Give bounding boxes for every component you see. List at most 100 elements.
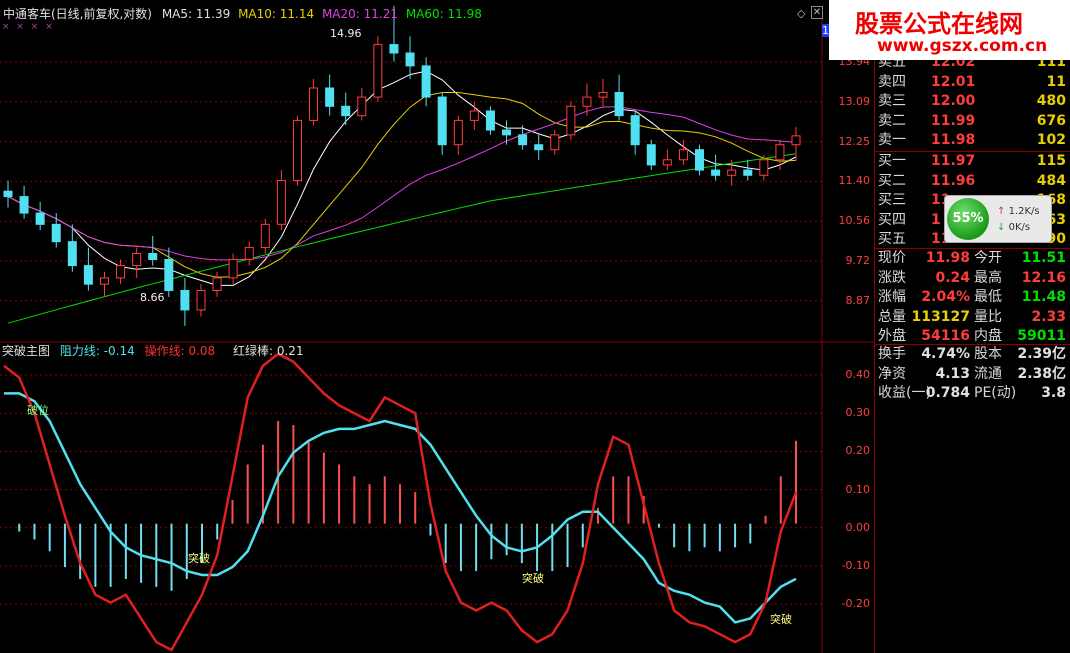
stat-value: 4.74%: [921, 346, 970, 362]
watermark-title: 股票公式在线网: [855, 10, 1023, 38]
order-level-label: 卖一: [878, 132, 906, 148]
stat-value: 59011: [1017, 328, 1066, 344]
stat-row: 涨跌 0.24 最高 12.16: [876, 269, 1070, 288]
indicator-tick-label: 0.10: [845, 482, 871, 496]
breakout-label: 突破: [770, 613, 792, 626]
indicator-header: 突破主图 阻力线: -0.14 操作线: 0.08 红绿棒: 0.21: [2, 344, 304, 358]
order-level-label: 卖二: [878, 112, 906, 129]
candle: [502, 120, 512, 145]
candle: [550, 130, 560, 155]
candle: [212, 271, 222, 297]
candle: [276, 170, 286, 231]
candle: [421, 57, 431, 107]
stat-row: 净资 4.13 流通 2.38亿: [876, 365, 1070, 384]
indicator-tick-label: -0.10: [841, 559, 870, 572]
price-tick-label: 8.87: [845, 293, 871, 307]
candle: [614, 74, 624, 121]
candle: [405, 36, 415, 80]
bid-row[interactable]: 买二 11.96 484: [876, 172, 1070, 191]
indicator-tick-label: -0.20: [841, 597, 870, 611]
arrow-up-icon: ↑: [997, 206, 1006, 217]
stat-label: 总量: [878, 308, 906, 325]
order-level-label: 买四: [878, 211, 906, 228]
candle: [646, 139, 656, 171]
grid-lines: [0, 18, 874, 653]
ask-row[interactable]: 卖一 11.98 102: [876, 131, 1070, 150]
stat-label: 最高: [974, 269, 1002, 286]
candle: [244, 241, 254, 266]
candle: [292, 115, 302, 186]
candle: [228, 253, 238, 285]
ma5-line: [7, 70, 797, 286]
diamond-icon[interactable]: ◇: [797, 7, 805, 20]
indicator-series: [3, 352, 798, 652]
order-volume: 102: [1036, 132, 1066, 148]
stat-label: 量比: [974, 308, 1002, 325]
order-level-label: 卖四: [878, 73, 906, 90]
order-level-label: 卖三: [878, 93, 906, 109]
redgreen-bar-label: 红绿棒: 0.21: [233, 344, 304, 358]
stat-label: 净资: [878, 365, 906, 382]
order-price: 11.97: [931, 153, 976, 169]
indicator-tick-label: 0.00: [845, 520, 871, 534]
candle: [83, 247, 93, 291]
candle: [630, 110, 640, 155]
candle: [19, 185, 29, 219]
ma20-line: [7, 106, 797, 261]
order-volume: 11: [1046, 73, 1066, 90]
break-down-label: 破位: [27, 404, 49, 417]
stat-row: 总量 113127 量比 2.33: [876, 308, 1070, 327]
candle: [373, 36, 383, 102]
candle: [453, 115, 463, 155]
ma60-label: MA60: 11.98: [405, 7, 482, 21]
ask-row[interactable]: 卖二 11.99 676: [876, 112, 1070, 131]
candle: [116, 259, 126, 285]
stat-row: 收益(一) 0.784 PE(动) 3.8: [876, 384, 1070, 403]
arrow-down-icon: ↓: [997, 222, 1006, 233]
stock-title[interactable]: 中通客车(日线,前复权,对数): [3, 7, 152, 21]
candle: [341, 92, 351, 126]
bid-row[interactable]: 买一 11.97 115: [876, 152, 1070, 171]
order-price: 11.98: [931, 132, 976, 148]
network-speed-widget[interactable]: 55% ↑ 1.2K/s ↓ 0K/s: [944, 195, 1052, 243]
stat-row: 现价 11.98 今开 11.51: [876, 249, 1070, 268]
candlestick-series: [3, 5, 801, 326]
price-tick-label: 9.72: [845, 254, 871, 267]
order-level-label: 买五: [878, 231, 906, 247]
price-tick-label: 10.56: [838, 214, 871, 228]
stat-label: 涨跌: [878, 269, 906, 286]
min-price-label: 8.66: [140, 291, 165, 304]
candle: [132, 247, 142, 278]
ma10-label: MA10: 11.14: [238, 7, 315, 21]
candle: [196, 284, 206, 317]
download-speed: ↓ 0K/s: [997, 222, 1031, 233]
ask-row[interactable]: 卖四 12.01 11: [876, 73, 1070, 92]
order-price: 1: [931, 211, 941, 228]
stat-row: 涨幅 2.04% 最低 11.48: [876, 288, 1070, 307]
order-volume: 484: [1036, 172, 1066, 189]
candle: [534, 134, 544, 160]
stat-value: 113127: [911, 308, 970, 325]
stat-value: 12.16: [1021, 269, 1066, 286]
stat-label: 收益(一): [878, 385, 931, 401]
marker-row-left: × × × ×: [2, 22, 55, 32]
chart-header: 中通客车(日线,前复权,对数) MA5: 11.39 MA10: 11.14 M…: [3, 7, 482, 21]
resist-line-label: 阻力线: -0.14: [59, 344, 135, 358]
breakout-label: 突破: [522, 572, 544, 585]
order-volume: 676: [1036, 112, 1066, 129]
indicator-name[interactable]: 突破主图: [2, 344, 50, 358]
stat-label: 今开: [974, 250, 1002, 266]
candle: [469, 101, 479, 131]
candle: [180, 277, 190, 326]
ma20-label: MA20: 11.21: [321, 7, 398, 21]
candle: [566, 101, 576, 140]
indicator-tick-label: 0.30: [845, 406, 871, 420]
candle: [485, 106, 495, 135]
order-price: 11.96: [931, 172, 976, 189]
ask-row[interactable]: 卖三 12.00 480: [876, 92, 1070, 111]
breakout-label: 突破: [188, 552, 210, 565]
candle: [791, 127, 801, 161]
candle: [99, 271, 109, 297]
close-icon[interactable]: ✕: [811, 6, 823, 19]
stat-value: 54116: [921, 328, 970, 344]
